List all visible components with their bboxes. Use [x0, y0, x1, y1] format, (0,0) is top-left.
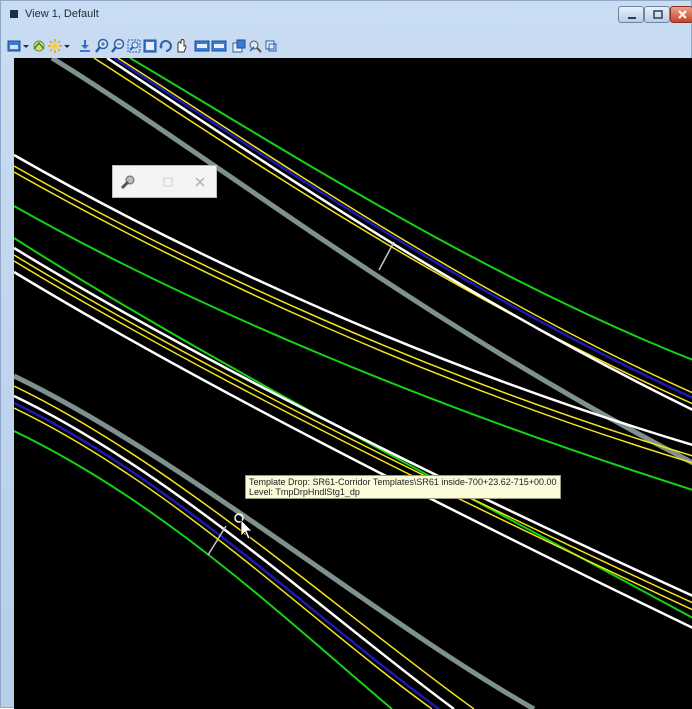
window-area-icon[interactable] [126, 38, 142, 54]
corridor-linework [14, 58, 692, 709]
copy-view-icon[interactable] [231, 38, 247, 54]
fit-view-icon[interactable] [142, 38, 158, 54]
top-green-line [129, 58, 692, 361]
maximize-icon [653, 10, 663, 19]
view-attributes-icon[interactable] [6, 38, 22, 54]
close-icon [678, 10, 687, 19]
floating-toolbox [112, 165, 217, 198]
view-toolbar [1, 37, 691, 57]
close-toolbox-icon[interactable] [191, 173, 209, 191]
change-view-perspective-icon[interactable] [263, 38, 279, 54]
top-gray-line [50, 58, 692, 466]
zoom-in-icon[interactable] [94, 38, 110, 54]
window-title: View 1, Default [25, 8, 99, 20]
mid-yellow-line-b [14, 171, 692, 464]
top-blue-line [113, 58, 692, 399]
dropdown-arrow-icon[interactable] [63, 38, 71, 54]
title-bar[interactable]: View 1, Default [1, 1, 692, 37]
view-next-icon[interactable] [211, 38, 227, 54]
drawing-view-canvas[interactable] [14, 58, 692, 709]
display-style-icon[interactable] [31, 38, 47, 54]
clip-volume-icon[interactable] [247, 38, 263, 54]
bot-gray-line [14, 373, 536, 709]
template-drop-handle-bottom [207, 525, 227, 556]
tool-settings-icon[interactable] [119, 173, 137, 191]
zoom-out-icon[interactable] [110, 38, 126, 54]
view-window-icon [10, 10, 18, 18]
tooltip-level-line: Level: TmpDrpHndlStg1_dp [249, 487, 360, 497]
bot-yellow-line-b [14, 407, 433, 709]
view-window: View 1, Default Template Drop: SR61-Corr… [0, 0, 692, 709]
view-previous-icon[interactable] [194, 38, 210, 54]
bot-blue-line [14, 401, 440, 709]
dropdown-arrow-icon[interactable] [22, 38, 30, 54]
lighting-icon[interactable] [47, 38, 63, 54]
minimize-button[interactable] [618, 6, 644, 23]
maximize-button[interactable] [644, 6, 670, 23]
rotate-view-icon[interactable] [158, 38, 174, 54]
minimize-icon [628, 17, 636, 19]
pan-view-icon[interactable] [173, 38, 189, 54]
tooltip-template-line: Template Drop: SR61-Corridor Templates\S… [249, 477, 557, 487]
restore-icon[interactable] [159, 173, 177, 191]
bot-green-line [14, 430, 393, 709]
mid-white-line-c [14, 270, 692, 629]
template-drop-handle-top [378, 241, 395, 271]
close-button[interactable] [670, 6, 692, 23]
mid-green-line-b [14, 237, 692, 619]
element-tooltip: Template Drop: SR61-Corridor Templates\S… [245, 475, 561, 499]
update-view-icon[interactable] [77, 38, 93, 54]
